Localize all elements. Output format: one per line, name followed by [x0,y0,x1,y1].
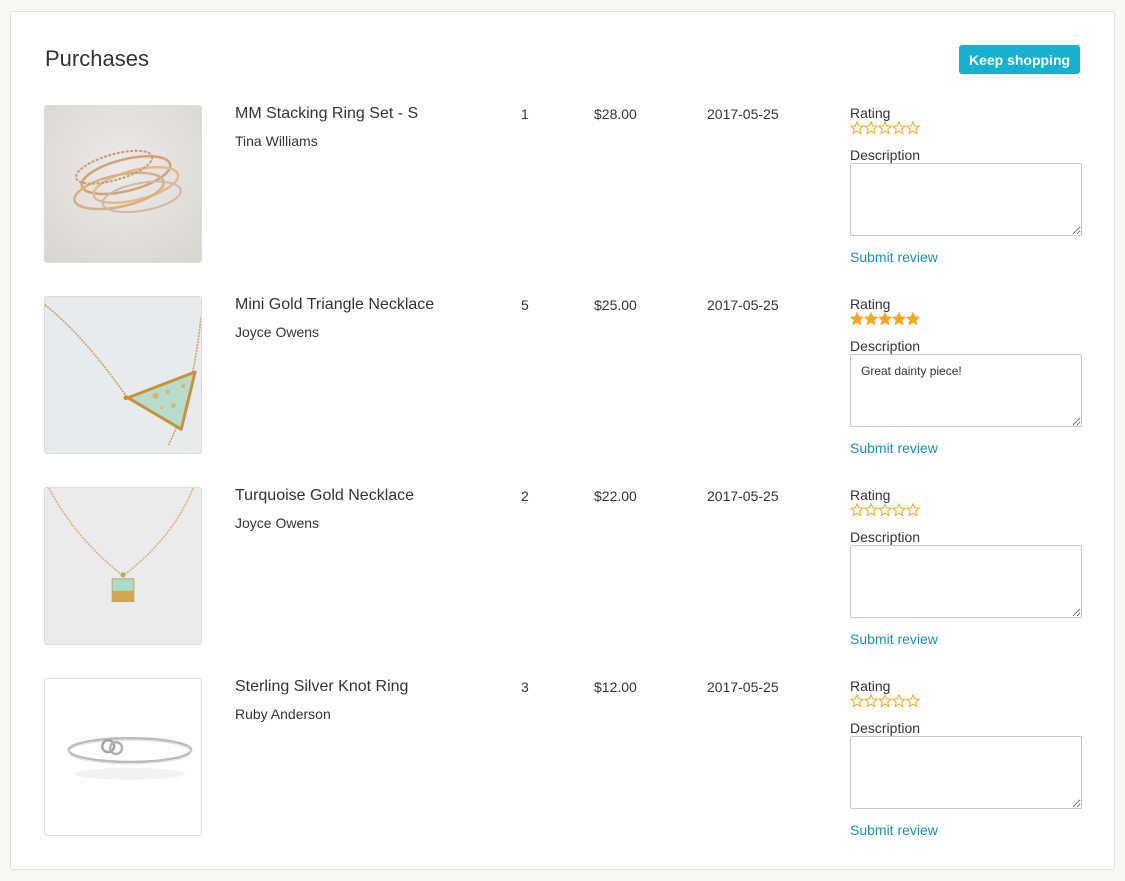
seller-name: Tina Williams [235,133,318,149]
rating-label: Rating [850,296,891,312]
description-label: Description [850,720,921,736]
description-label: Description [850,529,921,545]
star-rating [850,121,920,135]
description-textarea[interactable] [850,545,1082,618]
star-icon[interactable] [850,694,864,708]
purchase-date: 2017-05-25 [707,679,779,695]
star-icon[interactable] [892,694,906,708]
quantity: 2 [521,488,529,504]
star-icon[interactable] [850,121,864,135]
star-icon[interactable] [906,503,920,517]
rating-label: Rating [850,678,891,694]
star-icon[interactable] [906,121,920,135]
star-icon[interactable] [906,694,920,708]
star-icon[interactable] [878,503,892,517]
star-icon[interactable] [864,503,878,517]
seller-name: Joyce Owens [235,324,320,340]
keep-shopping-button[interactable]: Keep shopping [959,45,1080,74]
star-icon[interactable] [850,503,864,517]
quantity: 5 [521,297,529,313]
star-rating [850,312,920,326]
star-rating [850,503,920,517]
star-icon[interactable] [864,121,878,135]
description-textarea[interactable] [850,736,1082,809]
rating-label: Rating [850,487,891,503]
purchase-row: Turquoise Gold Necklace Joyce Owens 2 $2… [11,487,1114,678]
star-icon[interactable] [878,694,892,708]
purchase-row: MM Stacking Ring Set - S Tina Williams 1… [11,105,1114,296]
submit-review-link[interactable]: Submit review [850,249,938,265]
star-icon[interactable] [892,121,906,135]
rating-label: Rating [850,105,891,121]
star-icon[interactable] [878,312,892,326]
seller-name: Ruby Anderson [235,706,331,722]
purchase-date: 2017-05-25 [707,297,779,313]
quantity: 3 [521,679,529,695]
description-label: Description [850,338,921,354]
triangle-necklace-image[interactable] [44,296,202,454]
submit-review-link[interactable]: Submit review [850,822,938,838]
star-icon[interactable] [892,312,906,326]
submit-review-link[interactable]: Submit review [850,631,938,647]
submit-review-link[interactable]: Submit review [850,440,938,456]
product-name[interactable]: Sterling Silver Knot Ring [235,678,408,696]
price: $12.00 [594,679,637,695]
price: $25.00 [594,297,637,313]
purchase-date: 2017-05-25 [707,106,779,122]
product-name[interactable]: Turquoise Gold Necklace [235,487,414,505]
product-name[interactable]: MM Stacking Ring Set - S [235,105,418,123]
knot-ring-image[interactable] [44,678,202,836]
star-icon[interactable] [892,503,906,517]
description-textarea[interactable] [850,163,1082,236]
star-icon[interactable] [878,121,892,135]
star-icon[interactable] [906,312,920,326]
price: $22.00 [594,488,637,504]
quantity: 1 [521,106,529,122]
stacking-rings-image[interactable] [44,105,202,263]
product-name[interactable]: Mini Gold Triangle Necklace [235,296,434,314]
turquoise-necklace-image[interactable] [44,487,202,645]
purchase-row: Sterling Silver Knot Ring Ruby Anderson … [11,678,1114,869]
description-textarea[interactable] [850,354,1082,427]
page-title: Purchases [45,46,149,71]
seller-name: Joyce Owens [235,515,320,531]
star-icon[interactable] [864,694,878,708]
price: $28.00 [594,106,637,122]
purchases-panel: Purchases Keep shopping MM Stacking Ring… [10,11,1115,870]
star-rating [850,694,920,708]
star-icon[interactable] [864,312,878,326]
purchase-date: 2017-05-25 [707,488,779,504]
description-label: Description [850,147,921,163]
star-icon[interactable] [850,312,864,326]
purchase-row: Mini Gold Triangle Necklace Joyce Owens … [11,296,1114,487]
